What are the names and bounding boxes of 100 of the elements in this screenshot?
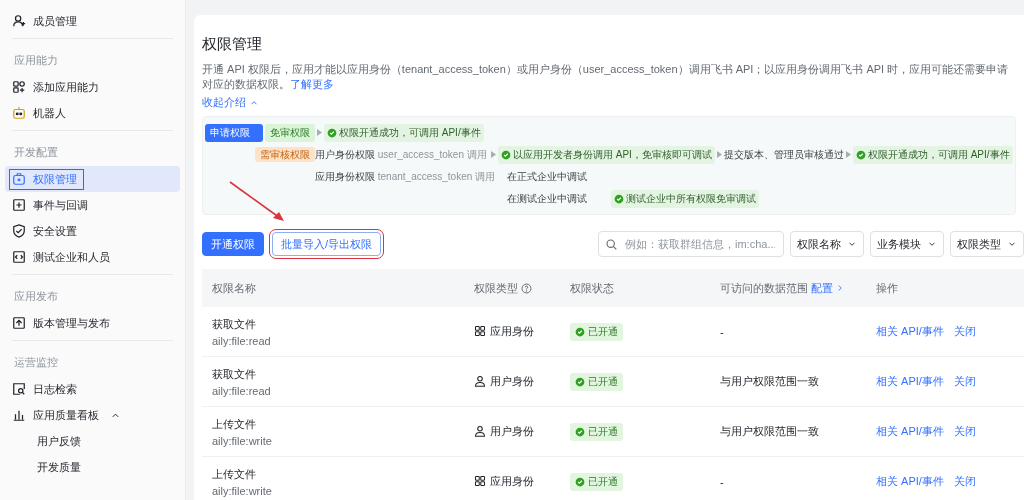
action-link[interactable]: 关闭 <box>953 474 976 489</box>
permission-name: 获取文件 <box>212 316 257 332</box>
briefcase-icon <box>12 172 26 186</box>
check-circle-icon <box>575 326 585 337</box>
permission-scope: aily:file:write <box>212 484 273 497</box>
action-link[interactable]: 相关 API/事件 <box>876 424 944 439</box>
permission-type: 用户身份 <box>474 373 534 389</box>
sidebar-subitem[interactable]: 开发质量 <box>12 454 173 480</box>
section-title: 应用能力 <box>13 53 59 68</box>
column-header: 权限状态 <box>560 269 710 307</box>
permission-scope: aily:file:read <box>212 334 272 347</box>
arrow-icon <box>845 151 851 158</box>
upload-square-icon <box>12 316 26 330</box>
filter-dropdown[interactable]: 权限名称 <box>790 231 864 257</box>
sidebar-item[interactable]: 事件与回调 <box>5 192 180 218</box>
code-square-icon <box>12 250 26 264</box>
flow-step: 提交版本、管理员审核通过 <box>723 147 844 162</box>
action-link[interactable]: 相关 API/事件 <box>876 324 944 339</box>
sidebar-item[interactable]: 应用质量看板 <box>5 402 180 428</box>
sidebar-item[interactable]: 日志检索 <box>5 376 180 402</box>
person-icon <box>474 425 486 438</box>
sidebar-item[interactable]: 成员管理 <box>5 8 180 34</box>
person-add-icon <box>12 14 26 28</box>
check-circle-icon <box>501 149 511 160</box>
check-circle-icon <box>575 426 585 437</box>
sidebar-item[interactable]: 添加应用能力 <box>5 74 180 100</box>
action-link[interactable]: 关闭 <box>953 324 976 339</box>
page-title: 权限管理 <box>202 35 263 54</box>
flow-result: 测试企业中所有权限免审调试 <box>611 189 759 208</box>
arrow-icon <box>491 151 496 158</box>
permission-type: 应用身份 <box>474 323 534 339</box>
arrow-icon <box>716 151 722 158</box>
permission-type: 用户身份 <box>474 423 534 439</box>
column-header: 权限类型 <box>464 269 560 307</box>
grid-icon <box>474 475 486 488</box>
bar-chart-icon <box>12 408 26 422</box>
table-cell: - <box>710 456 866 500</box>
filter-dropdown[interactable]: 权限类型 <box>950 231 1024 257</box>
permission-scope: aily:file:read <box>212 384 272 397</box>
sidebar-subitem[interactable]: 用户反馈 <box>12 428 173 454</box>
permission-name: 获取文件 <box>212 366 257 382</box>
permission-name: 上传文件 <box>212 416 257 432</box>
flow-step: 在测试企业中调试 <box>507 191 587 206</box>
search-icon <box>605 237 618 251</box>
configure-link[interactable]: 配置 <box>811 280 845 296</box>
column-header: 权限名称 <box>202 269 464 307</box>
action-link[interactable]: 关闭 <box>953 424 976 439</box>
status-tag: 已开通 <box>570 372 623 391</box>
check-circle-icon <box>327 127 337 138</box>
section-title: 开发配置 <box>13 145 59 160</box>
search-field[interactable]: 例如：获取群组信息，im:cha... <box>598 231 784 257</box>
permission-type: 应用身份 <box>474 473 534 489</box>
section-title: 运营监控 <box>13 355 59 370</box>
flow-result: 权限开通成功，可调用 API/事件 <box>324 123 484 142</box>
log-search-icon <box>12 382 26 396</box>
help-icon <box>521 282 532 294</box>
flow-label: 应用身份权限 tenant_access_token 调用 <box>315 169 496 184</box>
arrow-icon <box>317 129 322 136</box>
sidebar-item[interactable]: 机器人 <box>5 100 180 126</box>
flow-label: 用户身份权限 user_access_token 调用 <box>315 147 488 162</box>
sidebar-item[interactable]: 安全设置 <box>5 218 180 244</box>
description-text: 开通 API 权限后，应用才能以应用身份（tenant_access_token）或用户身份（user_access_token）调用飞书 API；以应用身份调用飞书 API 时，应用可能还需要申请对应的数据权限。了解更多 <box>202 62 1010 92</box>
shield-check-icon <box>12 224 26 238</box>
status-tag: 已开通 <box>570 472 623 491</box>
flow-result: 以应用开发者身份调用 API，免审核即可调试 <box>498 145 715 164</box>
learn-more-link[interactable]: 了解更多 <box>290 78 334 90</box>
sidebar-item[interactable]: 测试企业和人员 <box>5 244 180 270</box>
permission-scope: aily:file:write <box>212 434 273 447</box>
flow-tag: 需审核权限 <box>255 146 315 162</box>
square-plus-icon <box>12 198 26 212</box>
check-circle-icon <box>855 149 866 160</box>
column-header: 可访问的数据范围 配置 <box>710 269 866 307</box>
column-header: 操作 <box>866 269 1024 307</box>
grant-permission-button[interactable]: 开通权限 <box>202 232 264 256</box>
grid-icon <box>474 325 486 338</box>
table-cell: 与用户权限范围一致 <box>710 356 866 407</box>
table-cell: 与用户权限范围一致 <box>710 406 866 457</box>
action-link[interactable]: 相关 API/事件 <box>876 474 944 489</box>
permission-name: 上传文件 <box>212 466 257 482</box>
table-cell: - <box>710 307 866 357</box>
filter-dropdown[interactable]: 业务模块 <box>870 231 944 257</box>
status-tag: 已开通 <box>570 422 623 441</box>
check-circle-icon <box>575 476 585 487</box>
status-tag: 已开通 <box>570 322 623 341</box>
flow-result: 权限开通成功，可调用 API/事件 <box>852 145 1013 164</box>
check-circle-icon <box>614 193 624 204</box>
action-link[interactable]: 关闭 <box>953 374 976 389</box>
section-title: 应用发布 <box>13 289 59 304</box>
collapse-link[interactable]: 收起介绍 <box>202 95 259 110</box>
person-icon <box>474 375 486 388</box>
import-export-button[interactable]: 批量导入/导出权限 <box>272 232 382 256</box>
flow-tag: 免审权限 <box>265 123 315 142</box>
grid-plus-icon <box>12 80 26 94</box>
action-link[interactable]: 相关 API/事件 <box>876 374 944 389</box>
robot-icon <box>12 106 26 120</box>
flow-step: 在正式企业中调试 <box>507 169 588 184</box>
flow-tag: 申请权限 <box>205 123 263 142</box>
sidebar-item[interactable]: 权限管理 <box>5 166 180 192</box>
sidebar-item[interactable]: 版本管理与发布 <box>5 310 180 336</box>
check-circle-icon <box>575 376 585 387</box>
